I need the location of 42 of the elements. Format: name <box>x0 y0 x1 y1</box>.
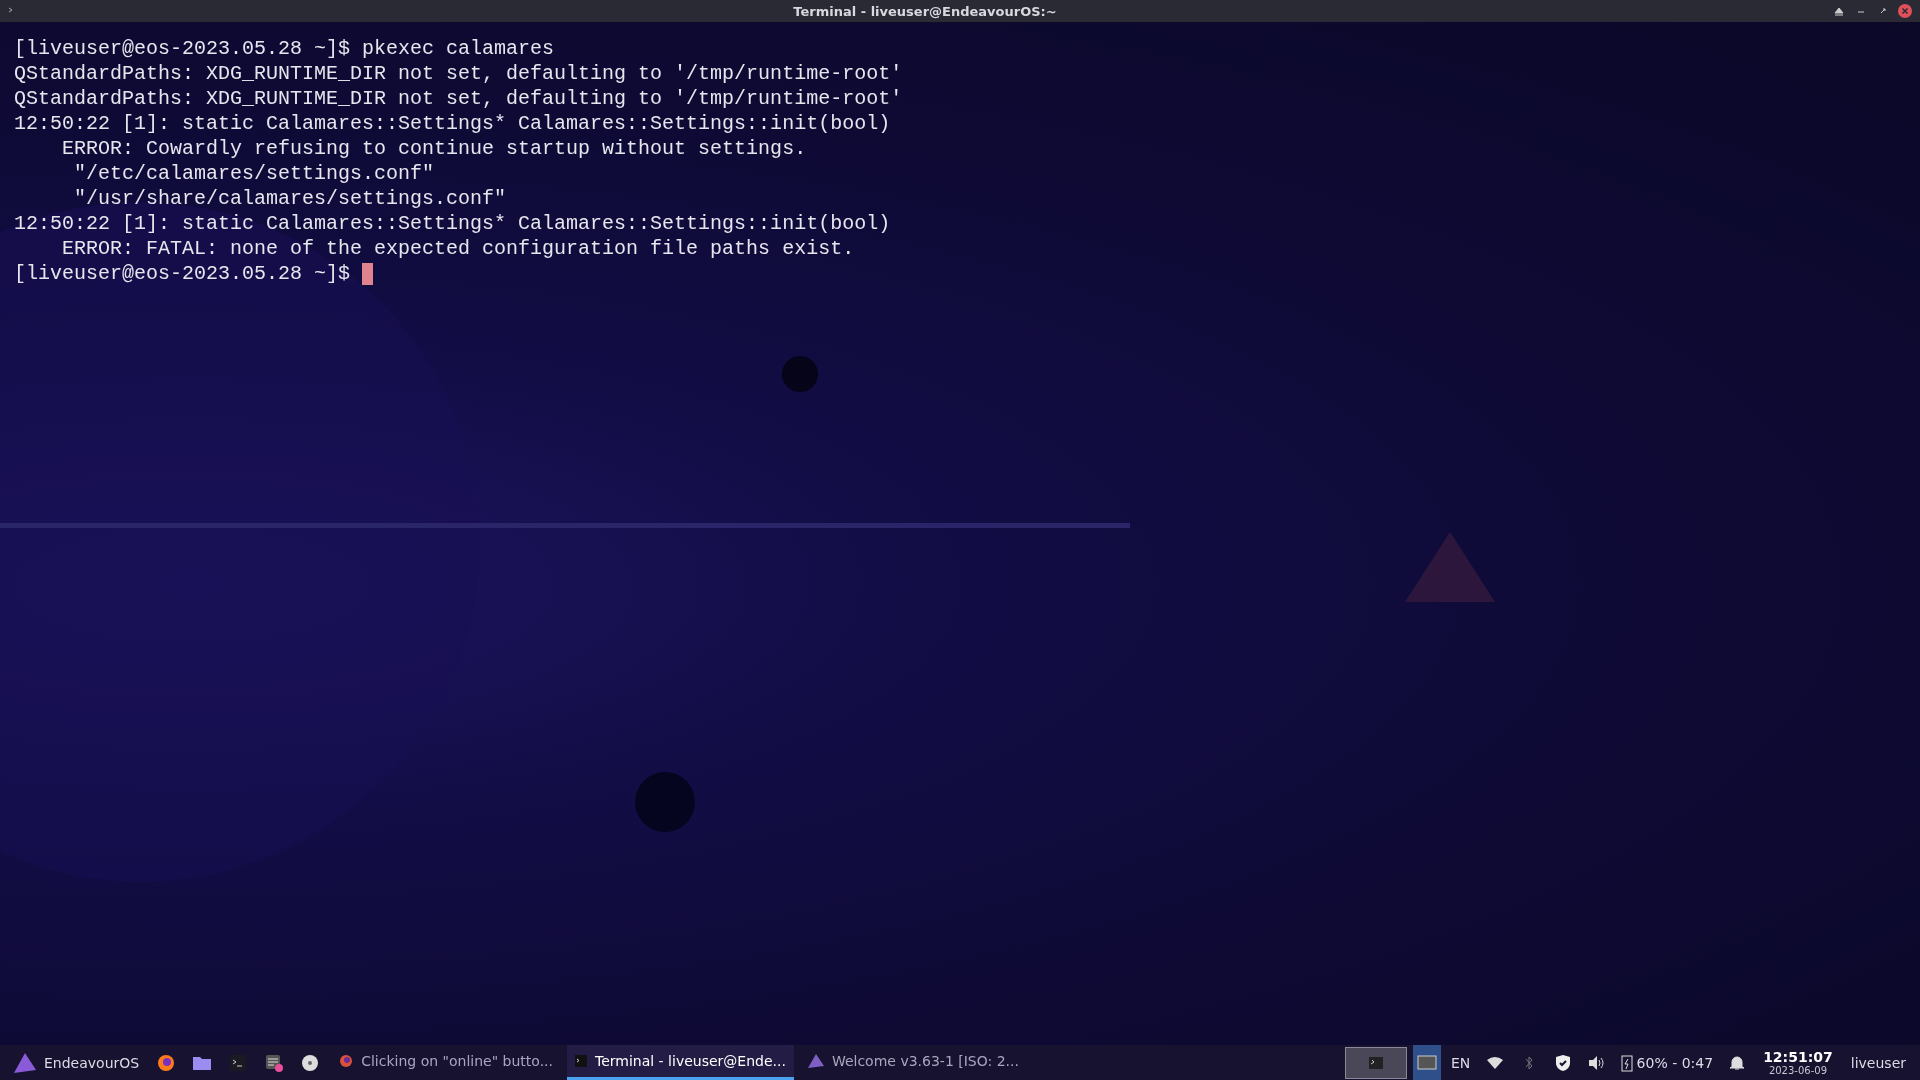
terminal-line: 12:50:22 [1]: static Calamares::Settings* Calamares::Settings::init(bool) <box>14 211 891 236</box>
speaker-icon <box>1588 1055 1605 1070</box>
terminal-line: QStandardPaths: XDG_RUNTIME_DIR not set, defaulting to '/tmp/runtime-root' <box>14 86 903 111</box>
bell-icon <box>1730 1054 1745 1071</box>
terminal-prompt: [liveuser@eos-2023.05.28 ~]$ <box>14 261 351 286</box>
terminal-line: "/etc/calamares/settings.conf" <box>73 161 435 186</box>
text-cursor <box>362 262 374 285</box>
battery-button[interactable]: 60% - 0:47 <box>1616 1045 1718 1080</box>
clock[interactable]: 12:51:07 2023-06-09 <box>1757 1048 1839 1077</box>
terminal-line: ERROR: FATAL: none of the expected configuration file paths exist. <box>61 236 855 261</box>
terminal-line: "/usr/share/calamares/settings.conf" <box>73 186 507 211</box>
terminal-icon[interactable] <box>230 1054 247 1071</box>
application-menu-button[interactable]: EndeavourOS <box>8 1045 146 1080</box>
task-button[interactable]: Terminal - liveuser@Ende... <box>567 1045 794 1080</box>
browser-icon[interactable] <box>157 1053 176 1072</box>
terminal-icon <box>575 1055 587 1067</box>
clock-date: 2023-06-09 <box>1768 1064 1827 1077</box>
desktop-pager[interactable] <box>1344 1046 1407 1079</box>
clock-time: 12:51:07 <box>1763 1048 1833 1065</box>
terminal-icon <box>1368 1056 1383 1069</box>
window-title: Terminal - liveuser@EndeavourOS:~ <box>792 3 1058 19</box>
browser-icon <box>339 1054 354 1068</box>
show-desktop-button[interactable] <box>1412 1045 1441 1080</box>
desktop-icon <box>1416 1054 1437 1071</box>
terminal-line: [liveuser@eos-2023.05.28 ~]$ pkexec calamares <box>14 36 555 61</box>
bluetooth-icon <box>1523 1054 1534 1071</box>
user-name: liveuser <box>1849 1054 1907 1071</box>
triangle-logo-icon <box>807 1054 824 1068</box>
close-icon[interactable] <box>1898 4 1912 18</box>
shield-icon <box>1555 1054 1570 1071</box>
wifi-icon <box>1486 1056 1503 1069</box>
battery-charging-icon <box>1620 1053 1633 1072</box>
folder-icon[interactable] <box>193 1055 212 1070</box>
triangle-logo-icon <box>14 1052 36 1073</box>
disc-icon[interactable] <box>301 1053 320 1072</box>
task-button[interactable]: Clicking on "online" butto... <box>331 1045 561 1080</box>
keyboard-layout-button[interactable]: EN <box>1446 1045 1475 1080</box>
task-button[interactable]: Welcome v3.63-1 [ISO: 2... <box>799 1045 1027 1080</box>
terminal-line: 12:50:22 [1]: static Calamares::Settings* Calamares::Settings::init(bool) <box>14 111 891 136</box>
terminal-line: ERROR: Cowardly refusing to continue startup without settings. <box>61 136 807 161</box>
settings-icon[interactable] <box>265 1053 284 1072</box>
terminal-line: QStandardPaths: XDG_RUNTIME_DIR not set, defaulting to '/tmp/runtime-root' <box>14 61 903 86</box>
